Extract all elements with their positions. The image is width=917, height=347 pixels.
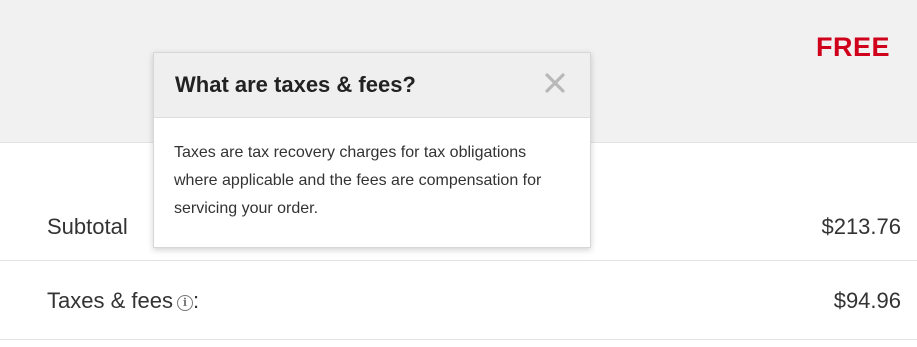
popover-header: What are taxes & fees? [154, 53, 590, 118]
subtotal-value: $213.76 [821, 214, 901, 239]
popover-title: What are taxes & fees? [175, 72, 416, 97]
taxes-row: Taxes & fees i: $94.96 [0, 261, 917, 340]
taxes-label: Taxes & fees [47, 288, 173, 313]
taxes-colon: : [192, 288, 200, 313]
taxes-label-group: Taxes & fees i: [47, 288, 199, 314]
popover-body: Taxes are tax recovery charges for tax o… [174, 144, 542, 217]
close-icon[interactable] [538, 66, 572, 100]
shipping-price: FREE [815, 32, 890, 62]
subtotal-label: Subtotal [47, 214, 128, 239]
taxes-fees-popover: What are taxes & fees? Taxes are tax rec… [153, 52, 591, 248]
taxes-value: $94.96 [833, 288, 901, 313]
info-icon[interactable]: i [176, 295, 193, 311]
